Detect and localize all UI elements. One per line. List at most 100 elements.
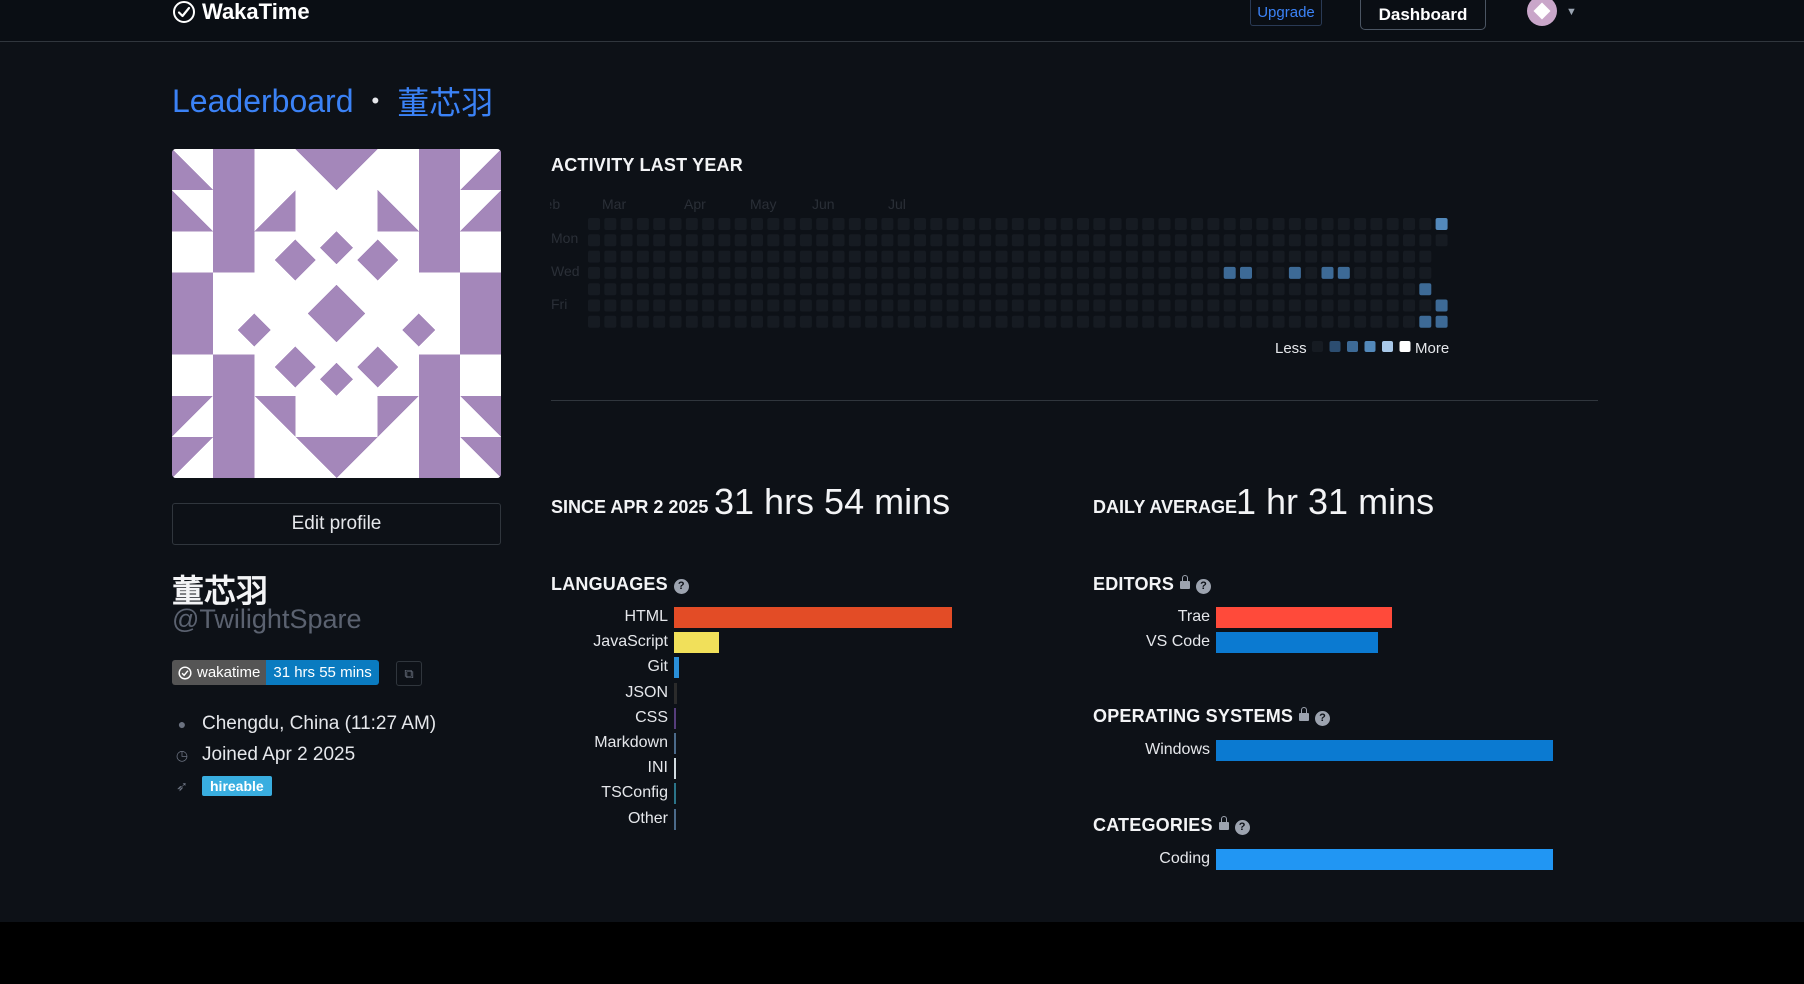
heatmap-day[interactable] [1028,218,1041,230]
heatmap-day[interactable] [865,283,878,296]
heatmap-day[interactable] [1337,315,1350,328]
heatmap-day[interactable] [636,315,649,328]
heatmap-day[interactable] [751,218,763,230]
heatmap-day[interactable] [832,283,845,296]
heatmap-day-active[interactable] [1223,266,1236,279]
heatmap-day[interactable] [767,218,780,230]
heatmap-day[interactable] [1191,218,1204,230]
heatmap-day[interactable] [734,266,747,279]
heatmap-day[interactable] [1223,218,1236,230]
heatmap-day[interactable] [1142,218,1155,230]
heatmap-day[interactable] [865,266,878,279]
heatmap-day[interactable] [588,283,600,296]
heatmap-day[interactable] [1044,299,1057,312]
heatmap-day[interactable] [1240,283,1252,296]
heatmap-day[interactable] [767,266,780,279]
heatmap-day[interactable] [848,218,861,230]
heatmap-day[interactable] [1028,250,1041,263]
heatmap-day[interactable] [669,218,682,230]
heatmap-day[interactable] [734,218,747,230]
bar-row[interactable]: Trae [1068,604,1568,629]
heatmap-day[interactable] [799,250,812,263]
heatmap-day[interactable] [832,218,845,230]
heatmap-day[interactable] [1386,283,1399,296]
heatmap-day[interactable] [1403,315,1415,328]
chevron-down-icon[interactable]: ▼ [1566,6,1577,18]
heatmap-day[interactable] [881,250,894,263]
user-avatar[interactable] [1527,0,1557,26]
heatmap-day[interactable] [783,250,796,263]
heatmap-day[interactable] [1174,283,1187,296]
heatmap-day[interactable] [1305,234,1318,247]
heatmap-day[interactable] [685,266,698,279]
heatmap-day[interactable] [1207,218,1220,230]
heatmap-day[interactable] [669,283,682,296]
heatmap-day[interactable] [1011,234,1024,247]
bar-row[interactable]: Coding [1068,846,1568,871]
heatmap-day[interactable] [848,250,861,263]
heatmap-day[interactable] [653,250,666,263]
heatmap-day[interactable] [1305,218,1318,230]
heatmap-day[interactable] [995,218,1008,230]
heatmap-day[interactable] [620,299,633,312]
heatmap-day[interactable] [1321,315,1334,328]
heatmap-day[interactable] [881,266,894,279]
heatmap-day[interactable] [1223,234,1236,247]
heatmap-day[interactable] [995,299,1008,312]
heatmap-day[interactable] [930,250,943,263]
heatmap-day[interactable] [1419,234,1432,247]
heatmap-day[interactable] [1419,266,1432,279]
heatmap-day[interactable] [1125,218,1138,230]
heatmap-day[interactable] [1386,218,1399,230]
heatmap-day[interactable] [718,250,731,263]
heatmap-day[interactable] [1207,266,1220,279]
heatmap-day[interactable] [1223,315,1236,328]
heatmap-day[interactable] [751,266,763,279]
heatmap-day[interactable] [832,299,845,312]
heatmap-day[interactable] [832,315,845,328]
heatmap-day[interactable] [653,266,666,279]
heatmap-day[interactable] [1386,315,1399,328]
heatmap-day[interactable] [1337,234,1350,247]
heatmap-day[interactable] [1403,234,1415,247]
heatmap-day[interactable] [1060,266,1073,279]
heatmap-day-active[interactable] [1435,299,1448,312]
heatmap-day[interactable] [1207,315,1220,328]
heatmap-day[interactable] [995,234,1008,247]
heatmap-day[interactable] [1174,250,1187,263]
heatmap-day[interactable] [1142,266,1155,279]
heatmap-day[interactable] [1272,234,1285,247]
heatmap-day[interactable] [1158,266,1171,279]
edit-profile-button[interactable]: Edit profile [172,503,501,545]
heatmap-day[interactable] [914,315,926,328]
heatmap-day[interactable] [669,234,682,247]
heatmap-day[interactable] [1419,218,1432,230]
heatmap-day[interactable] [783,283,796,296]
heatmap-day[interactable] [669,250,682,263]
heatmap-day[interactable] [1093,218,1106,230]
heatmap-day[interactable] [1272,299,1285,312]
heatmap-day[interactable] [816,315,829,328]
heatmap-day[interactable] [685,299,698,312]
heatmap-day[interactable] [832,234,845,247]
heatmap-day[interactable] [995,283,1008,296]
heatmap-day[interactable] [1272,266,1285,279]
heatmap-day[interactable] [1370,299,1383,312]
heatmap-day-active[interactable] [1435,315,1448,328]
heatmap-day[interactable] [1158,283,1171,296]
heatmap-day[interactable] [1256,218,1269,230]
heatmap-day[interactable] [1109,299,1122,312]
bar-row[interactable]: INI [526,755,946,780]
heatmap-day[interactable] [865,299,878,312]
heatmap-day[interactable] [1093,315,1106,328]
heatmap-day[interactable] [653,315,666,328]
heatmap-day[interactable] [979,234,992,247]
heatmap-day[interactable] [1207,299,1220,312]
heatmap-day[interactable] [1125,283,1138,296]
heatmap-day[interactable] [881,283,894,296]
heatmap-day[interactable] [1077,234,1089,247]
heatmap-day[interactable] [1060,299,1073,312]
heatmap-day[interactable] [1060,234,1073,247]
heatmap-day[interactable] [1174,266,1187,279]
heatmap-day[interactable] [1240,218,1252,230]
